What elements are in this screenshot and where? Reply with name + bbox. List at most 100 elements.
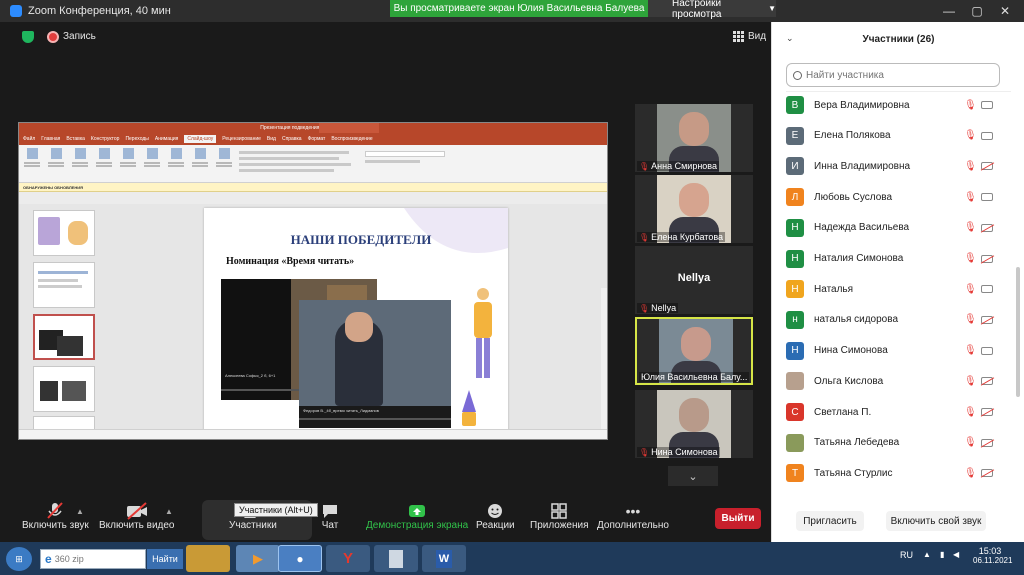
ppt-update-bar: ОБНАРУЖЕНЫ ОБНОВЛЕНИЯ <box>19 183 607 192</box>
share-screen-button[interactable]: Демонстрация экрана <box>366 502 468 531</box>
participant-name: Елена Полякова <box>814 130 891 142</box>
camera-icon <box>981 285 993 294</box>
participant-row[interactable]: Н Надежда Васильева 🎙 <box>772 213 1012 243</box>
language-indicator[interactable]: RU <box>900 550 913 560</box>
participant-row[interactable]: Н Наталия Симонова 🎙 <box>772 244 1012 274</box>
shared-screen[interactable]: Презентация подведения итогов - PowerPoi… <box>18 122 608 440</box>
apps-icon <box>550 502 568 520</box>
video-frame <box>299 300 451 406</box>
start-video-button[interactable]: Включить видео <box>99 502 175 531</box>
microphone-muted-icon: 🎙 <box>964 253 977 264</box>
ribbon-checkboxes <box>239 148 359 179</box>
participant-name: Вера Владимировна <box>814 99 910 111</box>
participant-row[interactable]: Е Елена Полякова 🎙 <box>772 121 1012 151</box>
avatar: Н <box>786 341 804 360</box>
recording-icon[interactable] <box>47 31 59 43</box>
participant-name: Татьяна Лебедева <box>814 437 900 449</box>
participant-row[interactable]: Н Наталья 🎙 <box>772 274 1012 304</box>
camera-off-icon <box>981 469 993 478</box>
video-options-caret-icon[interactable]: ▲ <box>165 507 173 516</box>
audio-options-caret-icon[interactable]: ▲ <box>76 507 84 516</box>
video-tile[interactable]: Юлия Васильевна Балу... <box>635 317 753 385</box>
plant-illustration <box>462 390 476 426</box>
folder-icon[interactable] <box>186 545 230 572</box>
view-button[interactable]: Вид <box>733 31 766 42</box>
clock[interactable]: 15:03 06.11.2021 <box>973 546 1012 565</box>
video-tile[interactable]: 🎙 Елена Курбатова <box>635 175 753 243</box>
tile-name-label: Юлия Васильевна Балу... <box>639 372 750 382</box>
taskbar-search-input[interactable] <box>54 554 135 564</box>
unmute-self-button[interactable]: Включить свой звук <box>886 511 986 531</box>
slide-thumbnail[interactable] <box>33 416 95 430</box>
participant-row[interactable]: С Светлана П. 🎙 <box>772 397 1012 427</box>
slide-thumbnail-selected[interactable] <box>33 314 95 360</box>
participant-search[interactable] <box>786 63 1000 87</box>
participant-row[interactable]: Ольга Кислова 🎙 <box>772 366 1012 396</box>
ribbon-button <box>191 148 209 170</box>
video-tile[interactable]: Nellya 🎙 Nellya <box>635 246 753 314</box>
participant-row[interactable]: Татьяна Лебедева 🎙 <box>772 428 1012 458</box>
calculator-icon[interactable] <box>374 545 418 572</box>
ppt-status-bar <box>19 429 607 439</box>
reactions-button[interactable]: Реакции <box>476 502 515 531</box>
security-shield-icon[interactable] <box>22 31 34 43</box>
ppt-tab: Справка <box>281 136 302 142</box>
camera-off-icon <box>981 162 993 171</box>
media-player-icon[interactable]: ▶ <box>236 545 280 572</box>
camera-off-icon <box>981 315 993 324</box>
view-settings-button[interactable]: Настройки просмотра ▼ <box>648 0 776 20</box>
video-tile[interactable]: 🎙 Нина Симонова <box>635 390 753 458</box>
participants-panel-title: Участники (26) <box>862 33 935 45</box>
participant-list[interactable]: В Вера Владимировна 🎙 Е Елена Полякова 🎙 И Инна… <box>772 92 1012 500</box>
taskbar-search[interactable]: e <box>40 549 146 569</box>
video-caption: Алексеева Софья_2 б, 6+1 <box>225 373 276 378</box>
participant-row[interactable]: Н Нина Симонова 🎙 <box>772 336 1012 366</box>
participant-list-scrollbar[interactable] <box>1015 92 1021 500</box>
taskbar-find-button[interactable]: Найти <box>147 549 183 569</box>
leave-button[interactable]: Выйти <box>715 508 761 529</box>
ribbon-button <box>95 148 113 170</box>
zoom-taskbar-icon[interactable]: ● <box>278 545 322 572</box>
participant-row[interactable]: Т Татьяна Стурлис 🎙 <box>772 458 1012 488</box>
slide-thumbnail[interactable] <box>33 262 95 308</box>
minimize-button[interactable]: — <box>934 0 964 22</box>
microphone-muted-icon: 🎙 <box>964 467 977 479</box>
participant-row[interactable]: н наталья сидорова 🎙 <box>772 305 1012 335</box>
participant-face <box>681 327 711 361</box>
apps-button[interactable]: Приложения <box>530 502 589 531</box>
participant-row[interactable]: И Инна Владимировна 🎙 <box>772 151 1012 181</box>
slide-thumbnail[interactable] <box>33 366 95 412</box>
participant-row[interactable]: В Вера Владимировна 🎙 <box>772 92 1012 120</box>
slide-thumbnail[interactable] <box>33 210 95 256</box>
word-icon[interactable]: W <box>422 545 466 572</box>
start-button[interactable]: ⊞ <box>6 547 32 571</box>
avatar: С <box>786 403 804 421</box>
reactions-icon <box>486 502 504 520</box>
search-icon <box>793 70 802 80</box>
camera-icon <box>981 131 993 140</box>
close-button[interactable]: ✕ <box>990 0 1020 22</box>
tray-arrow-icon[interactable]: ▲ <box>923 550 931 559</box>
participant-name: Нина Симонова <box>814 345 888 357</box>
gallery-next-button[interactable]: ⌄ <box>668 466 718 486</box>
yandex-browser-icon[interactable]: Y <box>326 545 370 572</box>
ppt-tab: Воспроизведение <box>331 136 373 142</box>
network-icon[interactable]: ▮ <box>940 550 944 559</box>
more-button[interactable]: ••• Дополнительно <box>597 502 669 531</box>
participant-row[interactable]: Л Любовь Суслова 🎙 <box>772 182 1012 212</box>
current-slide[interactable]: НАШИ ПОБЕДИТЕЛИ Номинация «Время читать»… <box>204 208 508 436</box>
video-tile[interactable]: 🎙 Анна Смирнова <box>635 104 753 172</box>
ppt-tab: Главная <box>41 136 61 142</box>
embedded-video[interactable]: Федоров В._4б_время читать_Лидманов <box>299 300 451 428</box>
slide-thumbnails <box>23 208 101 430</box>
tile-name-label: 🎙 Елена Курбатова <box>637 232 726 242</box>
microphone-muted-icon: 🎙 <box>964 283 977 295</box>
ppt-editor: НАШИ ПОБЕДИТЕЛИ Номинация «Время читать»… <box>19 204 607 439</box>
chat-button[interactable]: Чат <box>321 502 339 531</box>
participant-search-input[interactable] <box>806 69 986 81</box>
volume-icon[interactable]: ◀ <box>953 550 959 559</box>
avatar: Н <box>786 280 804 299</box>
maximize-button[interactable]: ▢ <box>962 0 992 22</box>
ppt-scrollbar[interactable] <box>601 288 607 439</box>
invite-button[interactable]: Пригласить <box>796 511 864 531</box>
